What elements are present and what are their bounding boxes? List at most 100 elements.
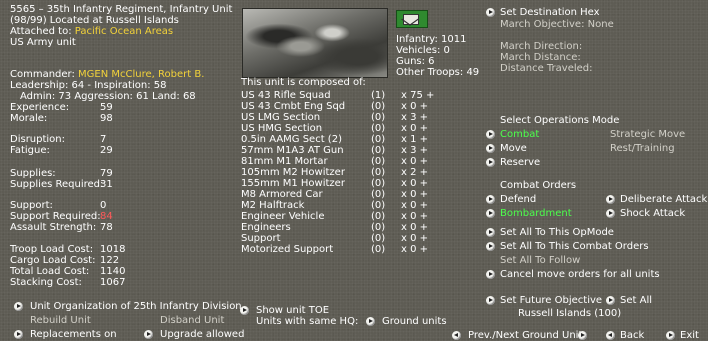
composition-count[interactable]: x 0 + bbox=[401, 189, 428, 200]
ops-rest-training-button[interactable]: Rest/Training bbox=[610, 143, 675, 154]
ops-move-button[interactable]: Move bbox=[500, 143, 527, 154]
cancel-move-orders-button[interactable]: Cancel move orders for all units bbox=[500, 269, 660, 280]
total-load-value: 1140 bbox=[100, 266, 126, 277]
commander-name[interactable]: MGEN McClure, Robert B. bbox=[78, 69, 204, 80]
deliberate-attack-button[interactable]: Deliberate Attack bbox=[620, 194, 707, 205]
bombardment-button[interactable]: Bombardment bbox=[500, 208, 572, 219]
prev-unit-arrow-icon[interactable] bbox=[452, 331, 461, 340]
show-toe-arrow-icon[interactable] bbox=[240, 306, 249, 315]
set-destination-arrow-icon[interactable] bbox=[486, 8, 495, 17]
composition-count[interactable]: x 0 + bbox=[401, 211, 428, 222]
attached-label: Attached to: bbox=[10, 26, 72, 37]
fatigue-value: 29 bbox=[100, 145, 113, 156]
unit-org-arrow-icon[interactable] bbox=[14, 302, 23, 311]
set-all-future-button[interactable]: Set All bbox=[620, 295, 652, 306]
unit-location: (98/99) Located at Russell Islands bbox=[10, 15, 179, 26]
prev-next-unit-button[interactable]: Prev./Next Ground Unit bbox=[468, 330, 582, 341]
deliberate-attack-arrow-icon[interactable] bbox=[606, 195, 615, 204]
experience-label: Experience: bbox=[10, 102, 70, 113]
experience-value: 59 bbox=[100, 102, 113, 113]
composition-name: US 43 Rifle Squad bbox=[241, 90, 331, 101]
bombardment-arrow-icon[interactable] bbox=[486, 209, 495, 218]
set-all-opmode-button[interactable]: Set All To This OpMode bbox=[500, 227, 614, 238]
attached-value[interactable]: Pacific Ocean Areas bbox=[75, 26, 173, 37]
future-objective-target: Russell Islands (100) bbox=[518, 308, 622, 319]
upgrade-arrow-icon[interactable] bbox=[144, 330, 153, 339]
ground-units-button[interactable]: Ground units bbox=[382, 316, 447, 327]
composition-count[interactable]: x 0 + bbox=[401, 101, 428, 112]
set-future-objective-button[interactable]: Set Future Objective bbox=[500, 295, 602, 306]
ops-strategic-move-button[interactable]: Strategic Move bbox=[610, 129, 685, 140]
composition-count[interactable]: x 3 + bbox=[401, 112, 428, 123]
cancel-move-arrow-icon[interactable] bbox=[486, 270, 495, 279]
composition-name: Support bbox=[241, 233, 281, 244]
composition-count[interactable]: x 0 + bbox=[401, 233, 428, 244]
composition-count[interactable]: x 1 + bbox=[401, 134, 428, 145]
exit-arrow-icon[interactable] bbox=[666, 331, 675, 340]
composition-count[interactable]: x 2 + bbox=[401, 167, 428, 178]
set-all-follow-button[interactable]: Set All To Follow bbox=[500, 255, 580, 266]
upgrade-toggle[interactable]: Upgrade allowed bbox=[160, 329, 244, 340]
composition-name: 0.5in AAMG Sect (2) bbox=[241, 134, 342, 145]
composition-name: Motorized Support bbox=[241, 244, 334, 255]
composition-damaged: (0) bbox=[371, 156, 386, 167]
composition-count[interactable]: x 3 + bbox=[401, 145, 428, 156]
troop-load-label: Troop Load Cost: bbox=[10, 244, 94, 255]
composition-count[interactable]: x 0 + bbox=[401, 200, 428, 211]
march-objective: March Objective: None bbox=[500, 19, 614, 30]
disband-unit-button[interactable]: Disband Unit bbox=[160, 315, 224, 326]
shock-attack-arrow-icon[interactable] bbox=[606, 209, 615, 218]
army-type: US Army unit bbox=[10, 37, 76, 48]
supplies-required-label: Supplies Required: bbox=[10, 179, 104, 190]
composition-count[interactable]: x 0 + bbox=[401, 244, 428, 255]
back-arrow-icon[interactable] bbox=[606, 331, 615, 340]
ground-units-arrow-icon[interactable] bbox=[366, 317, 375, 326]
rebuild-unit-button[interactable]: Rebuild Unit bbox=[30, 315, 91, 326]
set-all-future-arrow-icon[interactable] bbox=[606, 296, 615, 305]
set-all-combat-orders-button[interactable]: Set All To This Combat Orders bbox=[500, 241, 649, 252]
composition-count[interactable]: x 75 + bbox=[401, 90, 434, 101]
distance-traveled: Distance Traveled: bbox=[500, 63, 593, 74]
supplies-required-value: 31 bbox=[100, 179, 113, 190]
supplies-label: Supplies: bbox=[10, 168, 56, 179]
set-all-combat-arrow-icon[interactable] bbox=[486, 242, 495, 251]
show-toe-button[interactable]: Show unit TOE bbox=[256, 305, 329, 316]
set-future-objective-arrow-icon[interactable] bbox=[486, 296, 495, 305]
summary-other: Other Troops: 49 bbox=[396, 67, 480, 78]
defend-button[interactable]: Defend bbox=[500, 194, 536, 205]
ops-combat-button[interactable]: Combat bbox=[500, 129, 539, 140]
combat-mode-arrow-icon[interactable] bbox=[486, 130, 495, 139]
composition-damaged: (0) bbox=[371, 123, 386, 134]
leadership: Leadership: 64 - Inspiration: 58 bbox=[10, 80, 167, 91]
composition-damaged: (0) bbox=[371, 134, 386, 145]
composition-damaged: (0) bbox=[371, 211, 386, 222]
move-mode-arrow-icon[interactable] bbox=[486, 144, 495, 153]
replacements-toggle[interactable]: Replacements on bbox=[30, 329, 117, 340]
total-load-label: Total Load Cost: bbox=[10, 266, 90, 277]
composition-name: M2 Halftrack bbox=[241, 200, 305, 211]
composition-count[interactable]: x 0 + bbox=[401, 156, 428, 167]
defend-arrow-icon[interactable] bbox=[486, 195, 495, 204]
set-destination-button[interactable]: Set Destination Hex bbox=[500, 7, 600, 18]
composition-count[interactable]: x 0 + bbox=[401, 123, 428, 134]
shock-attack-button[interactable]: Shock Attack bbox=[620, 208, 685, 219]
composition-name: US 43 Cmbt Eng Sqd bbox=[241, 101, 346, 112]
support-required-label: Support Required: bbox=[10, 211, 101, 222]
same-hq-label: Units with same HQ: bbox=[256, 316, 359, 327]
reserve-mode-arrow-icon[interactable] bbox=[486, 158, 495, 167]
replacements-arrow-icon[interactable] bbox=[14, 330, 23, 339]
composition-count[interactable]: x 0 + bbox=[401, 178, 428, 189]
next-unit-arrow-icon[interactable] bbox=[578, 331, 587, 340]
exit-button[interactable]: Exit bbox=[680, 330, 699, 341]
set-all-opmode-arrow-icon[interactable] bbox=[486, 228, 495, 237]
support-label: Support: bbox=[10, 200, 53, 211]
ops-reserve-button[interactable]: Reserve bbox=[500, 157, 540, 168]
support-required-value: 84 bbox=[100, 211, 113, 222]
composition-heading: This unit is composed of: bbox=[241, 77, 366, 88]
composition-damaged: (0) bbox=[371, 244, 386, 255]
mail-icon[interactable] bbox=[396, 10, 428, 28]
back-button[interactable]: Back bbox=[620, 330, 644, 341]
composition-name: M8 Armored Car bbox=[241, 189, 323, 200]
unit-organization-button[interactable]: Unit Organization of 25th Infantry Divis… bbox=[30, 301, 242, 312]
composition-count[interactable]: x 0 + bbox=[401, 222, 428, 233]
